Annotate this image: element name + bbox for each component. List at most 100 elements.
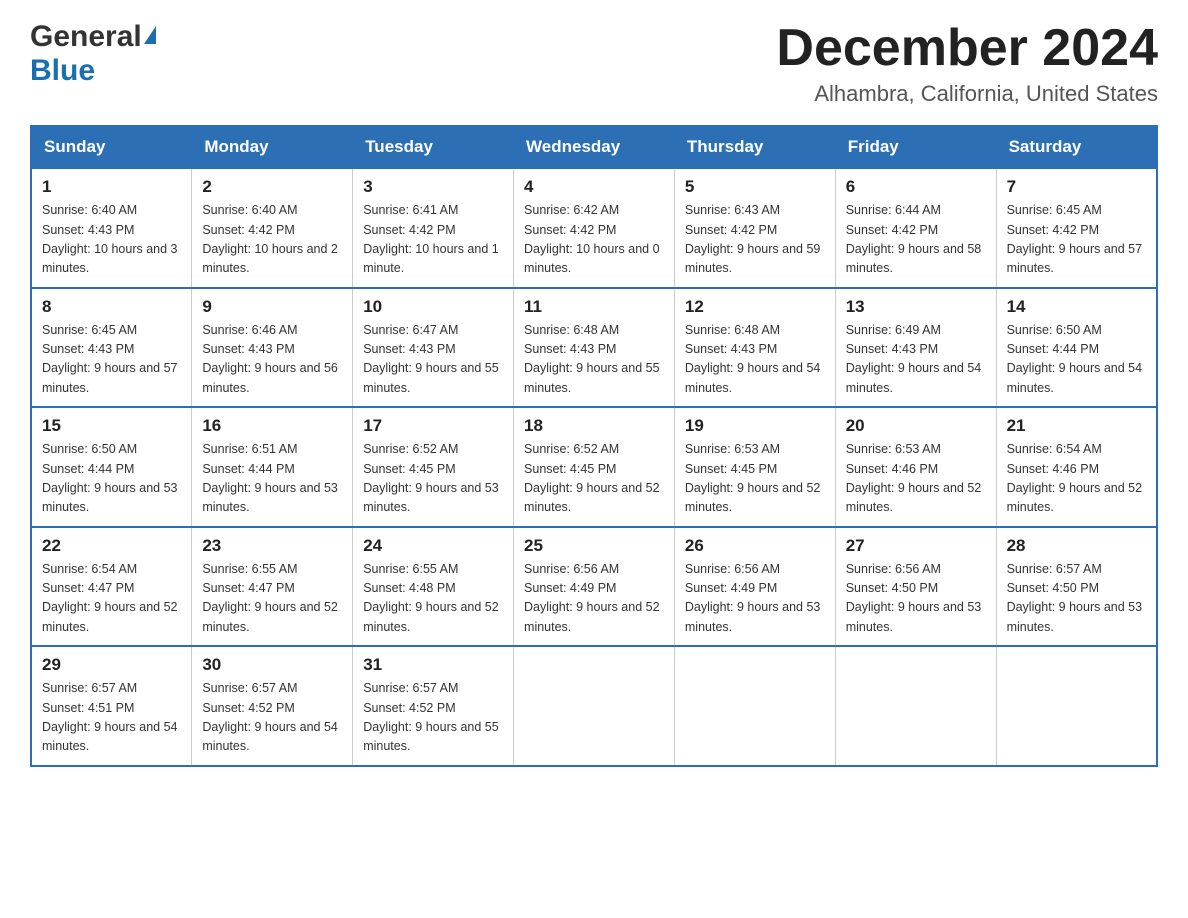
- day-number: 10: [363, 297, 503, 317]
- day-number: 17: [363, 416, 503, 436]
- day-number: 30: [202, 655, 342, 675]
- calendar-cell: 10 Sunrise: 6:47 AMSunset: 4:43 PMDaylig…: [353, 288, 514, 408]
- day-info: Sunrise: 6:45 AMSunset: 4:42 PMDaylight:…: [1007, 203, 1143, 275]
- calendar-cell: 26 Sunrise: 6:56 AMSunset: 4:49 PMDaylig…: [674, 527, 835, 647]
- calendar-cell: 14 Sunrise: 6:50 AMSunset: 4:44 PMDaylig…: [996, 288, 1157, 408]
- day-info: Sunrise: 6:48 AMSunset: 4:43 PMDaylight:…: [685, 323, 821, 395]
- day-number: 9: [202, 297, 342, 317]
- day-info: Sunrise: 6:51 AMSunset: 4:44 PMDaylight:…: [202, 442, 338, 514]
- day-info: Sunrise: 6:53 AMSunset: 4:46 PMDaylight:…: [846, 442, 982, 514]
- calendar-cell: 20 Sunrise: 6:53 AMSunset: 4:46 PMDaylig…: [835, 407, 996, 527]
- calendar-cell: 15 Sunrise: 6:50 AMSunset: 4:44 PMDaylig…: [31, 407, 192, 527]
- calendar-cell: 19 Sunrise: 6:53 AMSunset: 4:45 PMDaylig…: [674, 407, 835, 527]
- day-info: Sunrise: 6:41 AMSunset: 4:42 PMDaylight:…: [363, 203, 499, 275]
- day-info: Sunrise: 6:50 AMSunset: 4:44 PMDaylight:…: [42, 442, 178, 514]
- day-number: 8: [42, 297, 181, 317]
- month-title: December 2024: [776, 20, 1158, 77]
- day-info: Sunrise: 6:56 AMSunset: 4:49 PMDaylight:…: [524, 562, 660, 634]
- calendar-week-row: 1 Sunrise: 6:40 AMSunset: 4:43 PMDayligh…: [31, 168, 1157, 288]
- calendar-cell: 27 Sunrise: 6:56 AMSunset: 4:50 PMDaylig…: [835, 527, 996, 647]
- calendar-day-header: Tuesday: [353, 126, 514, 168]
- calendar-cell: 29 Sunrise: 6:57 AMSunset: 4:51 PMDaylig…: [31, 646, 192, 766]
- logo: General Blue: [30, 20, 156, 88]
- calendar-day-header: Friday: [835, 126, 996, 168]
- day-number: 24: [363, 536, 503, 556]
- day-number: 4: [524, 177, 664, 197]
- day-info: Sunrise: 6:54 AMSunset: 4:47 PMDaylight:…: [42, 562, 178, 634]
- calendar-cell: 21 Sunrise: 6:54 AMSunset: 4:46 PMDaylig…: [996, 407, 1157, 527]
- calendar-day-header: Thursday: [674, 126, 835, 168]
- day-number: 13: [846, 297, 986, 317]
- calendar-day-header: Saturday: [996, 126, 1157, 168]
- day-info: Sunrise: 6:56 AMSunset: 4:49 PMDaylight:…: [685, 562, 821, 634]
- day-number: 19: [685, 416, 825, 436]
- day-number: 28: [1007, 536, 1146, 556]
- day-number: 6: [846, 177, 986, 197]
- calendar-cell: [514, 646, 675, 766]
- day-info: Sunrise: 6:55 AMSunset: 4:48 PMDaylight:…: [363, 562, 499, 634]
- calendar-cell: 1 Sunrise: 6:40 AMSunset: 4:43 PMDayligh…: [31, 168, 192, 288]
- day-info: Sunrise: 6:45 AMSunset: 4:43 PMDaylight:…: [42, 323, 178, 395]
- day-info: Sunrise: 6:57 AMSunset: 4:52 PMDaylight:…: [363, 681, 499, 753]
- day-number: 1: [42, 177, 181, 197]
- calendar-cell: 16 Sunrise: 6:51 AMSunset: 4:44 PMDaylig…: [192, 407, 353, 527]
- title-block: December 2024 Alhambra, California, Unit…: [776, 20, 1158, 107]
- day-info: Sunrise: 6:42 AMSunset: 4:42 PMDaylight:…: [524, 203, 660, 275]
- calendar-week-row: 8 Sunrise: 6:45 AMSunset: 4:43 PMDayligh…: [31, 288, 1157, 408]
- calendar-cell: [996, 646, 1157, 766]
- calendar-cell: 5 Sunrise: 6:43 AMSunset: 4:42 PMDayligh…: [674, 168, 835, 288]
- day-number: 31: [363, 655, 503, 675]
- page-header: General Blue December 2024 Alhambra, Cal…: [30, 20, 1158, 107]
- day-info: Sunrise: 6:40 AMSunset: 4:43 PMDaylight:…: [42, 203, 178, 275]
- calendar-cell: 30 Sunrise: 6:57 AMSunset: 4:52 PMDaylig…: [192, 646, 353, 766]
- day-info: Sunrise: 6:43 AMSunset: 4:42 PMDaylight:…: [685, 203, 821, 275]
- calendar-header-row: SundayMondayTuesdayWednesdayThursdayFrid…: [31, 126, 1157, 168]
- calendar-cell: 6 Sunrise: 6:44 AMSunset: 4:42 PMDayligh…: [835, 168, 996, 288]
- day-number: 26: [685, 536, 825, 556]
- day-number: 20: [846, 416, 986, 436]
- day-number: 27: [846, 536, 986, 556]
- calendar-cell: 25 Sunrise: 6:56 AMSunset: 4:49 PMDaylig…: [514, 527, 675, 647]
- day-info: Sunrise: 6:48 AMSunset: 4:43 PMDaylight:…: [524, 323, 660, 395]
- calendar-cell: 17 Sunrise: 6:52 AMSunset: 4:45 PMDaylig…: [353, 407, 514, 527]
- day-number: 15: [42, 416, 181, 436]
- calendar-cell: 18 Sunrise: 6:52 AMSunset: 4:45 PMDaylig…: [514, 407, 675, 527]
- calendar-cell: 23 Sunrise: 6:55 AMSunset: 4:47 PMDaylig…: [192, 527, 353, 647]
- calendar-cell: [835, 646, 996, 766]
- calendar-cell: 9 Sunrise: 6:46 AMSunset: 4:43 PMDayligh…: [192, 288, 353, 408]
- day-info: Sunrise: 6:57 AMSunset: 4:52 PMDaylight:…: [202, 681, 338, 753]
- day-info: Sunrise: 6:54 AMSunset: 4:46 PMDaylight:…: [1007, 442, 1143, 514]
- calendar-week-row: 15 Sunrise: 6:50 AMSunset: 4:44 PMDaylig…: [31, 407, 1157, 527]
- calendar-cell: 13 Sunrise: 6:49 AMSunset: 4:43 PMDaylig…: [835, 288, 996, 408]
- day-number: 29: [42, 655, 181, 675]
- calendar-table: SundayMondayTuesdayWednesdayThursdayFrid…: [30, 125, 1158, 767]
- calendar-cell: [674, 646, 835, 766]
- calendar-cell: 2 Sunrise: 6:40 AMSunset: 4:42 PMDayligh…: [192, 168, 353, 288]
- calendar-week-row: 22 Sunrise: 6:54 AMSunset: 4:47 PMDaylig…: [31, 527, 1157, 647]
- day-number: 5: [685, 177, 825, 197]
- calendar-cell: 22 Sunrise: 6:54 AMSunset: 4:47 PMDaylig…: [31, 527, 192, 647]
- day-number: 16: [202, 416, 342, 436]
- calendar-day-header: Monday: [192, 126, 353, 168]
- location-title: Alhambra, California, United States: [776, 81, 1158, 107]
- day-number: 23: [202, 536, 342, 556]
- logo-general-text: General: [30, 20, 142, 54]
- day-info: Sunrise: 6:55 AMSunset: 4:47 PMDaylight:…: [202, 562, 338, 634]
- calendar-cell: 28 Sunrise: 6:57 AMSunset: 4:50 PMDaylig…: [996, 527, 1157, 647]
- logo-blue-text: Blue: [30, 54, 95, 88]
- day-info: Sunrise: 6:57 AMSunset: 4:50 PMDaylight:…: [1007, 562, 1143, 634]
- calendar-cell: 24 Sunrise: 6:55 AMSunset: 4:48 PMDaylig…: [353, 527, 514, 647]
- day-info: Sunrise: 6:52 AMSunset: 4:45 PMDaylight:…: [363, 442, 499, 514]
- day-info: Sunrise: 6:49 AMSunset: 4:43 PMDaylight:…: [846, 323, 982, 395]
- day-number: 12: [685, 297, 825, 317]
- day-info: Sunrise: 6:40 AMSunset: 4:42 PMDaylight:…: [202, 203, 338, 275]
- calendar-cell: 11 Sunrise: 6:48 AMSunset: 4:43 PMDaylig…: [514, 288, 675, 408]
- day-info: Sunrise: 6:44 AMSunset: 4:42 PMDaylight:…: [846, 203, 982, 275]
- day-info: Sunrise: 6:52 AMSunset: 4:45 PMDaylight:…: [524, 442, 660, 514]
- day-number: 21: [1007, 416, 1146, 436]
- calendar-cell: 12 Sunrise: 6:48 AMSunset: 4:43 PMDaylig…: [674, 288, 835, 408]
- calendar-day-header: Wednesday: [514, 126, 675, 168]
- day-info: Sunrise: 6:56 AMSunset: 4:50 PMDaylight:…: [846, 562, 982, 634]
- day-number: 3: [363, 177, 503, 197]
- day-info: Sunrise: 6:46 AMSunset: 4:43 PMDaylight:…: [202, 323, 338, 395]
